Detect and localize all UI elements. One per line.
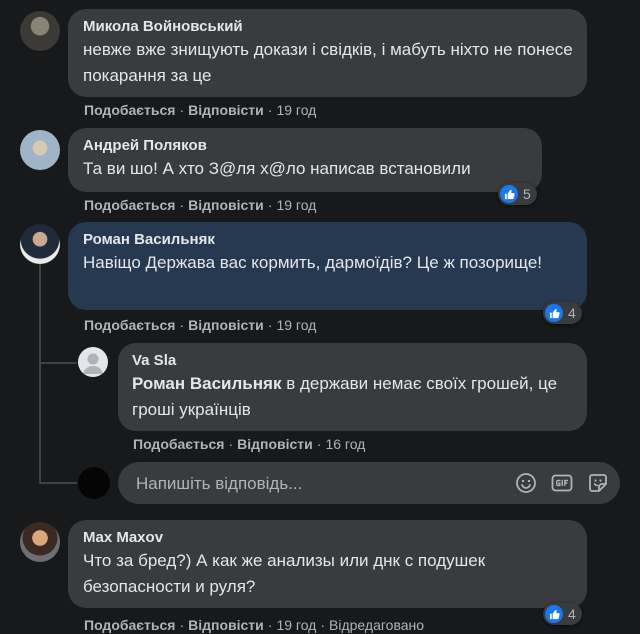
comment-text: Та ви шо! А хто З@ля х@ло написав встано…	[83, 159, 471, 178]
comment-bubble: Роман Васильняк Навіщо Держава вас корми…	[68, 222, 587, 310]
reaction-badge[interactable]: 4	[543, 302, 582, 324]
avatar[interactable]	[20, 522, 60, 562]
like-link[interactable]: Подобається	[133, 436, 224, 452]
comment-actions: Подобається · Відповісти · 16 год	[133, 435, 365, 453]
comment-text: Роман Васильняк в держави немає своїх гр…	[132, 371, 575, 423]
thread-line	[39, 263, 41, 483]
timestamp[interactable]: 19 год	[276, 102, 316, 118]
timestamp[interactable]: 19 год	[276, 197, 316, 213]
emoji-icon[interactable]	[514, 471, 538, 495]
comment-author[interactable]: Va Sla	[132, 351, 575, 371]
edited-label[interactable]: Відредаговано	[329, 617, 424, 633]
reply-link[interactable]: Відповісти	[188, 102, 264, 118]
timestamp[interactable]: 19 год	[276, 617, 316, 633]
comment-author[interactable]: Роман Васильняк	[83, 230, 575, 250]
reply-bubble: Va Sla Роман Васильняк в держави немає с…	[118, 343, 587, 431]
separator: ·	[179, 317, 185, 333]
like-link[interactable]: Подобається	[84, 102, 175, 118]
reaction-count: 5	[523, 186, 531, 202]
comment-text: невже вже знищують докази і свідків, і м…	[83, 40, 573, 85]
comment-author[interactable]: Андрей Поляков	[83, 136, 530, 156]
thumbs-up-icon	[500, 185, 518, 203]
comment-author[interactable]: Микола Войновський	[83, 17, 575, 37]
comment-actions: Подобається · Відповісти · 19 год	[84, 316, 316, 334]
comment-actions: Подобається · Відповісти · 19 год	[84, 196, 316, 214]
separator: ·	[267, 617, 273, 633]
avatar[interactable]	[20, 130, 60, 170]
thumbs-up-icon	[545, 605, 563, 623]
separator: ·	[179, 102, 185, 118]
current-user-avatar	[78, 467, 110, 499]
reaction-count: 4	[568, 305, 576, 321]
like-link[interactable]: Подобається	[84, 197, 175, 213]
timestamp[interactable]: 16 год	[325, 436, 365, 452]
separator: ·	[316, 436, 322, 452]
like-link[interactable]: Подобається	[84, 617, 175, 633]
reply-input[interactable]	[134, 462, 498, 506]
comment-text: Навіщо Держава вас кормить, дармоїдів? Ц…	[83, 253, 543, 272]
separator: ·	[179, 197, 185, 213]
comment-bubble: Max Maxov Что за бред?) А как же анализы…	[68, 520, 587, 608]
reply-link[interactable]: Відповісти	[188, 197, 264, 213]
thread-branch-line	[39, 482, 77, 484]
comment-bubble: Андрей Поляков Та ви шо! А хто З@ля х@ло…	[68, 128, 542, 192]
sticker-icon[interactable]	[586, 471, 610, 495]
reply-link[interactable]: Відповісти	[188, 317, 264, 333]
thread-branch-line	[39, 362, 77, 364]
avatar[interactable]	[20, 11, 60, 51]
reaction-count: 4	[568, 606, 576, 622]
gif-icon[interactable]	[550, 471, 574, 495]
separator: ·	[267, 102, 273, 118]
avatar[interactable]	[78, 347, 108, 377]
reply-input-box[interactable]	[118, 462, 620, 506]
separator: ·	[228, 436, 234, 452]
comment-bubble: Микола Войновський невже вже знищують до…	[68, 9, 587, 97]
separator: ·	[267, 197, 273, 213]
comment-actions: Подобається · Відповісти · 19 год	[84, 101, 316, 119]
separator: ·	[179, 617, 185, 633]
avatar[interactable]	[20, 224, 60, 264]
reply-link[interactable]: Відповісти	[237, 436, 313, 452]
default-avatar-icon	[83, 353, 103, 374]
reply-link[interactable]: Відповісти	[188, 617, 264, 633]
like-link[interactable]: Подобається	[84, 317, 175, 333]
mention-link[interactable]: Роман Васильняк	[132, 374, 281, 393]
reaction-badge[interactable]: 5	[498, 183, 537, 205]
separator: ·	[320, 617, 326, 633]
thumbs-up-icon	[545, 304, 563, 322]
reaction-badge[interactable]: 4	[543, 603, 582, 625]
comment-text: Что за бред?) А как же анализы или днк с…	[83, 551, 486, 596]
comment-actions: Подобається · Відповісти · 19 год · Відредагов…	[84, 616, 424, 634]
comment-author[interactable]: Max Maxov	[83, 528, 575, 548]
separator: ·	[267, 317, 273, 333]
timestamp[interactable]: 19 год	[276, 317, 316, 333]
